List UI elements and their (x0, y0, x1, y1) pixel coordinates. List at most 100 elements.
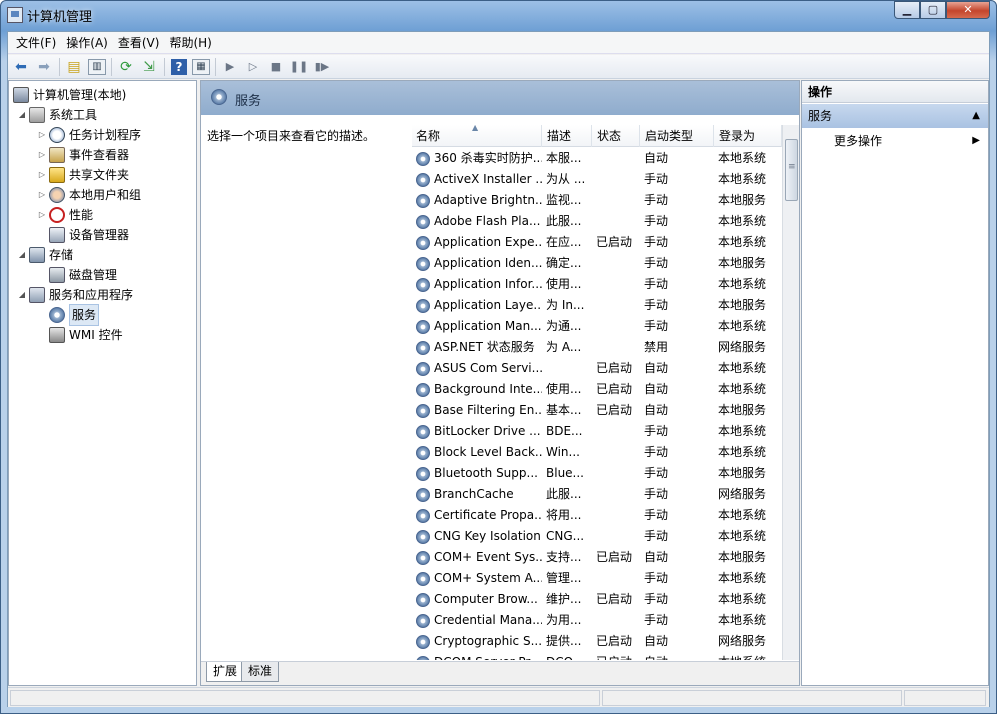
service-row[interactable]: COM+ System A... 管理... 手动 本地系统 (412, 568, 782, 589)
service-name: Application Man... (412, 316, 542, 337)
list-header: ▲ 名称 描述 状态 启动类型 登录为 (412, 125, 782, 147)
menu-view[interactable]: 查看(V) (113, 33, 165, 53)
refresh-icon[interactable]: ⟳ (115, 57, 137, 77)
service-description: 在应... (546, 235, 582, 249)
column-header-startup-type[interactable]: 启动类型 (640, 125, 714, 147)
expand-icon[interactable]: ▷ (37, 145, 47, 165)
service-row[interactable]: Application Man... 为通... 手动 本地系统 (412, 316, 782, 337)
menu-action[interactable]: 操作(A) (61, 33, 113, 53)
actions-section-services[interactable]: 服务 ▲ (802, 104, 988, 128)
collapse-icon[interactable]: ◢ (17, 245, 27, 265)
service-row[interactable]: COM+ Event Sys... 支持... 已启动 自动 本地服务 (412, 547, 782, 568)
collapse-icon[interactable]: ◢ (17, 285, 27, 305)
service-logon-as: 本地服务 (718, 193, 767, 207)
stop-service-icon[interactable]: ■ (265, 57, 287, 77)
tree-node-shared-folders[interactable]: ▷ 共享文件夹 (37, 165, 129, 185)
service-row[interactable]: ASUS Com Servi... 已启动 自动 本地系统 (412, 358, 782, 379)
tree-node-services-and-apps[interactable]: ◢ 服务和应用程序 (17, 285, 133, 305)
tree-node-wmi-control[interactable]: WMI 控件 (49, 325, 123, 345)
service-startup-type: 自动 (644, 361, 669, 375)
service-name: COM+ System A... (412, 568, 542, 589)
service-row[interactable]: ASP.NET 状态服务为 A... 禁用 网络服务 (412, 337, 782, 358)
service-description: 使用... (546, 277, 582, 291)
service-row[interactable]: Credential Mana... 为用... 手动 本地系统 (412, 610, 782, 631)
tree-node-storage[interactable]: ◢ 存储 (17, 245, 73, 265)
close-button[interactable]: ✕ (946, 1, 990, 19)
scrollbar-thumb[interactable] (785, 139, 798, 201)
service-description: 确定... (546, 256, 582, 270)
maximize-button[interactable]: ▢ (920, 1, 946, 19)
service-row[interactable]: Cryptographic S... 提供... 已启动 自动 网络服务 (412, 631, 782, 652)
service-row[interactable]: ActiveX Installer ... 为从 ... 手动 本地系统 (412, 169, 782, 190)
service-row[interactable]: DCOM Server Pr...DCO...已启动自动本地系统 (412, 652, 782, 660)
tree-node-performance[interactable]: ▷ 性能 (37, 205, 93, 225)
expand-icon[interactable]: ▷ (37, 165, 47, 185)
show-action-pane-icon[interactable]: ▦ (192, 58, 210, 75)
service-logon-as: 本地系统 (718, 382, 767, 396)
service-row[interactable]: CNG Key Isolation CNG... 手动 本地系统 (412, 526, 782, 547)
vertical-scrollbar[interactable] (782, 125, 799, 660)
service-row[interactable]: Block Level Back... Win... 手动 本地系统 (412, 442, 782, 463)
start-service-alt-icon[interactable]: ▷ (242, 57, 264, 77)
service-row[interactable]: Application Laye... 为 In... 手动 本地服务 (412, 295, 782, 316)
export-list-icon[interactable]: ⇲ (138, 57, 160, 77)
service-startup-type: 手动 (644, 592, 669, 606)
service-name: Bluetooth Supp... (412, 463, 542, 484)
service-row[interactable]: Application Expe... 在应... 已启动 手动 本地系统 (412, 232, 782, 253)
column-header-description[interactable]: 描述 (542, 125, 592, 147)
help-icon[interactable]: ? (171, 58, 187, 75)
service-row[interactable]: Bluetooth Supp... Blue... 手动 本地服务 (412, 463, 782, 484)
menu-file[interactable]: 文件(F) (11, 33, 61, 53)
expand-icon[interactable]: ▷ (37, 185, 47, 205)
service-row[interactable]: BitLocker Drive ... BDE... 手动 本地系统 (412, 421, 782, 442)
wmi-icon (49, 327, 65, 343)
service-row[interactable]: Computer Brow... 维护... 已启动 手动 本地系统 (412, 589, 782, 610)
column-header-status[interactable]: 状态 (592, 125, 640, 147)
column-header-name[interactable]: ▲ 名称 (412, 125, 542, 147)
up-folder-icon[interactable]: ▤ (63, 57, 85, 77)
tab-standard[interactable]: 标准 (241, 662, 280, 682)
service-name: Base Filtering En... (412, 400, 542, 421)
service-row[interactable]: Base Filtering En... 基本... 已启动 自动 本地服务 (412, 400, 782, 421)
service-row[interactable]: Application Infor... 使用... 手动 本地系统 (412, 274, 782, 295)
forward-arrow-icon[interactable]: ➡ (33, 57, 55, 77)
collapse-icon[interactable]: ◢ (17, 105, 27, 125)
show-hide-tree-icon[interactable]: ▥ (88, 58, 106, 75)
start-service-icon[interactable]: ▶ (219, 57, 241, 77)
tree-node-task-scheduler[interactable]: ▷ 任务计划程序 (37, 125, 141, 145)
tab-extended[interactable]: 扩展 (206, 662, 245, 682)
service-row[interactable]: Background Inte... 使用... 已启动 自动 本地系统 (412, 379, 782, 400)
service-description: 此服... (546, 487, 582, 501)
service-row[interactable]: 360 杀毒实时防护... 本服... 自动 本地系统 (412, 148, 782, 169)
service-row[interactable]: Adobe Flash Pla... 此服... 手动 本地系统 (412, 211, 782, 232)
back-arrow-icon[interactable]: ⬅ (10, 57, 32, 77)
service-name: Computer Brow... (412, 589, 542, 610)
tree-node-computer-management[interactable]: 计算机管理(本地) (13, 85, 126, 105)
service-gear-icon (416, 550, 430, 565)
service-logon-as: 本地系统 (718, 151, 767, 165)
pause-service-icon[interactable]: ❚❚ (288, 57, 310, 77)
tree-node-local-users[interactable]: ▷ 本地用户和组 (37, 185, 141, 205)
tree-node-disk-management[interactable]: 磁盘管理 (49, 265, 117, 285)
minimize-button[interactable]: ▁ (894, 1, 920, 19)
service-gear-icon (416, 529, 430, 544)
more-actions-item[interactable]: 更多操作 ▶ (802, 129, 988, 153)
expand-icon[interactable]: ▷ (37, 205, 47, 225)
menu-help[interactable]: 帮助(H) (164, 33, 216, 53)
resume-service-icon[interactable]: ▮▶ (311, 57, 333, 77)
service-row[interactable]: Certificate Propa... 将用... 手动 本地系统 (412, 505, 782, 526)
column-header-logon-as[interactable]: 登录为 (714, 125, 782, 147)
title-bar[interactable]: 计算机管理 ▁ ▢ ✕ (1, 1, 996, 29)
service-row[interactable]: Application Iden... 确定... 手动 本地服务 (412, 253, 782, 274)
service-gear-icon (416, 634, 430, 649)
collapse-up-icon[interactable]: ▲ (972, 104, 980, 128)
service-name: COM+ Event Sys... (412, 547, 542, 568)
tree-node-system-tools[interactable]: ◢ 系统工具 (17, 105, 97, 125)
tree-node-device-manager[interactable]: 设备管理器 (49, 225, 129, 245)
tree-node-services[interactable]: 服务 (49, 304, 100, 326)
tree-node-event-viewer[interactable]: ▷ 事件查看器 (37, 145, 129, 165)
service-gear-icon (416, 340, 430, 355)
expand-icon[interactable]: ▷ (37, 125, 47, 145)
service-row[interactable]: Adaptive Brightn... 监视... 手动 本地服务 (412, 190, 782, 211)
service-row[interactable]: BranchCache 此服... 手动 网络服务 (412, 484, 782, 505)
